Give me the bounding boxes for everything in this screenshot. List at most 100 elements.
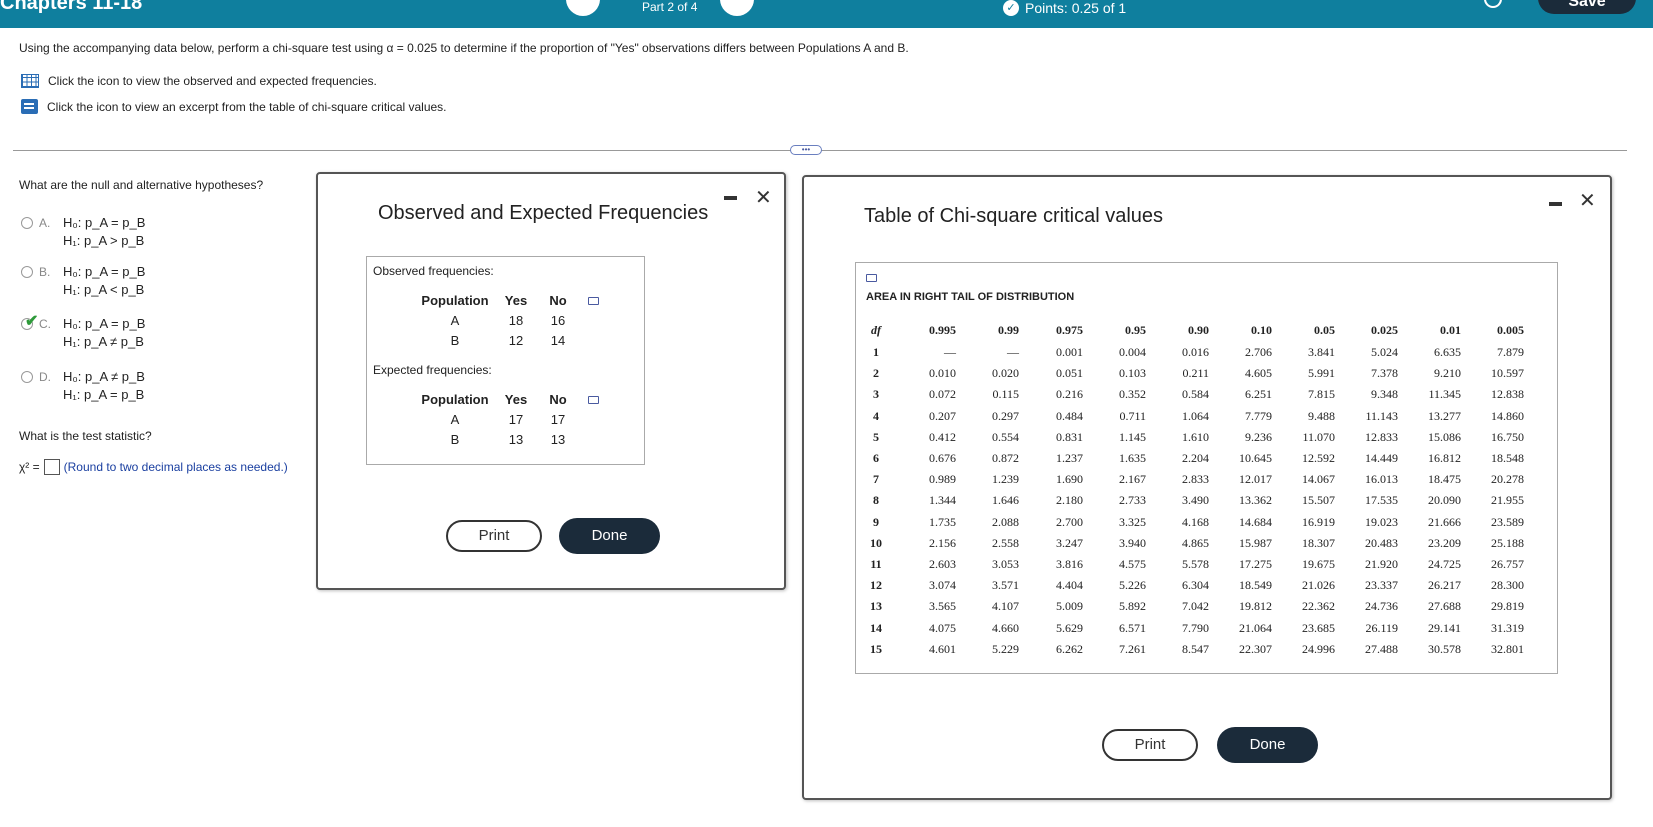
done-button[interactable]: Done [1217,727,1318,763]
critical-value-cell: 18.307 [1302,535,1335,550]
df-cell: 10 [870,535,882,550]
table-row: A 17 17 [415,409,579,429]
critical-value-cell: 0.211 [1182,366,1209,381]
critical-value-cell: 16.750 [1491,429,1524,444]
critical-value-cell: 1.344 [929,493,956,508]
critical-value-cell: 9.210 [1434,366,1461,381]
critical-value-cell: 15.987 [1239,535,1272,550]
df-cell: 9 [873,514,879,529]
critical-value-cell: 12.592 [1302,451,1335,466]
critical-value-cell: 21.064 [1239,620,1272,635]
critical-value-cell: 13.277 [1428,408,1461,423]
critical-value-cell: 1.237 [1056,451,1083,466]
header-no: No [549,391,567,407]
copy-icon[interactable] [588,396,599,404]
critical-value-cell: 0.352 [1119,387,1146,402]
option-d-radio[interactable] [21,371,33,383]
critical-value-cell: 7.815 [1308,387,1335,402]
df-cell: 8 [873,493,879,508]
critical-value-cell: 29.141 [1428,620,1461,635]
critical-value-cell: 16.013 [1365,472,1398,487]
critical-value-cell: 3.325 [1119,514,1146,529]
table-row: 15 4.601 5.229 6.262 7.261 8.547 22.307 24.996 2… [866,639,1524,660]
option-a-radio[interactable] [21,217,33,229]
option-b-radio[interactable] [21,266,33,278]
critical-value-cell: 14.860 [1491,408,1524,423]
critical-value-cell: 26.217 [1428,578,1461,593]
table-row: 3 0.072 0.115 0.216 0.352 0.584 6.251 7.815 9.34… [866,384,1524,405]
frequencies-link[interactable]: Click the icon to view the observed and … [21,74,377,88]
critical-value-cell: 27.488 [1365,641,1398,656]
critical-value-cell: 32.801 [1491,641,1524,656]
minimize-icon[interactable] [1549,202,1562,206]
help-icon[interactable] [1484,0,1502,8]
critical-value-cell: 1.145 [1119,429,1146,444]
critical-value-cell: 2.733 [1119,493,1146,508]
critical-value-cell: 6.262 [1056,641,1083,656]
option-d-h0: H₀: p_A ≠ p_B [63,369,145,384]
table-row: 14 4.075 4.660 5.629 6.571 7.790 21.064 23.685 2… [866,617,1524,638]
critical-value-cell: 19.675 [1302,556,1335,571]
critical-value-cell: 17.275 [1239,556,1272,571]
minimize-icon[interactable] [724,196,737,200]
table-row: 13 3.565 4.107 5.009 5.892 7.042 19.812 22.362 2… [866,596,1524,617]
divider-drag-handle[interactable]: ••• [790,145,822,155]
copy-icon[interactable] [866,274,877,282]
option-d-letter: D. [39,370,51,384]
option-b-h1: H₁: p_A < p_B [63,282,145,297]
critical-value-cell: 1.635 [1119,451,1146,466]
critical-value-cell: 7.790 [1182,620,1209,635]
print-button[interactable]: Print [1102,729,1198,761]
header-yes: Yes [504,292,528,308]
cell: 13 [550,431,566,447]
option-b-letter: B. [39,265,51,279]
print-button[interactable]: Print [446,520,542,552]
critical-value-cell: 2.833 [1182,472,1209,487]
table-grid-icon[interactable] [21,74,39,88]
critical-value-cell: 10.645 [1239,451,1272,466]
critical-value-cell: 0.554 [992,429,1019,444]
critical-value-cell: 11.345 [1428,387,1461,402]
critical-value-cell: 6.304 [1182,578,1209,593]
cell: B [450,431,460,447]
test-statistic-input[interactable] [43,459,60,475]
critical-value-cell: 20.483 [1365,535,1398,550]
frequencies-dialog: Observed and Expected Frequencies ✕ Obse… [316,172,786,590]
close-icon[interactable]: ✕ [755,188,772,208]
critical-value-cell: 12.017 [1239,472,1272,487]
table-row: 5 0.412 0.554 0.831 1.145 1.610 9.236 11.070 12.… [866,427,1524,448]
done-button[interactable]: Done [559,518,660,554]
df-cell: 12 [870,578,882,593]
critical-value-cell: 3.940 [1119,535,1146,550]
save-button[interactable]: Save [1538,0,1636,14]
critical-value-cell: 10.597 [1491,366,1524,381]
df-cell: 3 [873,387,879,402]
next-part-button[interactable] [720,0,754,16]
critical-values-link[interactable]: Click the icon to view an excerpt from t… [21,99,447,114]
critical-value-cell: 0.484 [1056,408,1083,423]
df-cell: 4 [873,408,879,423]
previous-part-button[interactable] [566,0,600,16]
book-icon[interactable] [21,99,38,114]
critical-value-cell: 11.143 [1365,408,1398,423]
option-c-h0: H₀: p_A = p_B [63,316,146,331]
critical-value-cell: 0.297 [992,408,1019,423]
copy-icon[interactable] [588,297,599,305]
critical-value-cell: 12.838 [1491,387,1524,402]
critical-value-cell: 24.725 [1428,556,1461,571]
cell: 17 [508,411,524,427]
critical-value-cell: 22.307 [1239,641,1272,656]
critical-value-cell: 16.812 [1428,451,1461,466]
hypotheses-prompt: What are the null and alternative hypoth… [19,178,264,192]
critical-value-cell: 2.558 [992,535,1019,550]
critical-value-cell: 3.490 [1182,493,1209,508]
critical-value-cell: 0.216 [1056,387,1083,402]
critical-value-cell: 0.016 [1182,345,1209,360]
critical-value-cell: 4.660 [992,620,1019,635]
header-population: Population [421,292,489,308]
critical-value-cell: 2.706 [1245,345,1272,360]
critical-value-cell: 5.009 [1056,599,1083,614]
critical-value-cell: 9.488 [1308,408,1335,423]
close-icon[interactable]: ✕ [1579,191,1596,211]
tail-area-header: 0.005 [1497,322,1524,337]
